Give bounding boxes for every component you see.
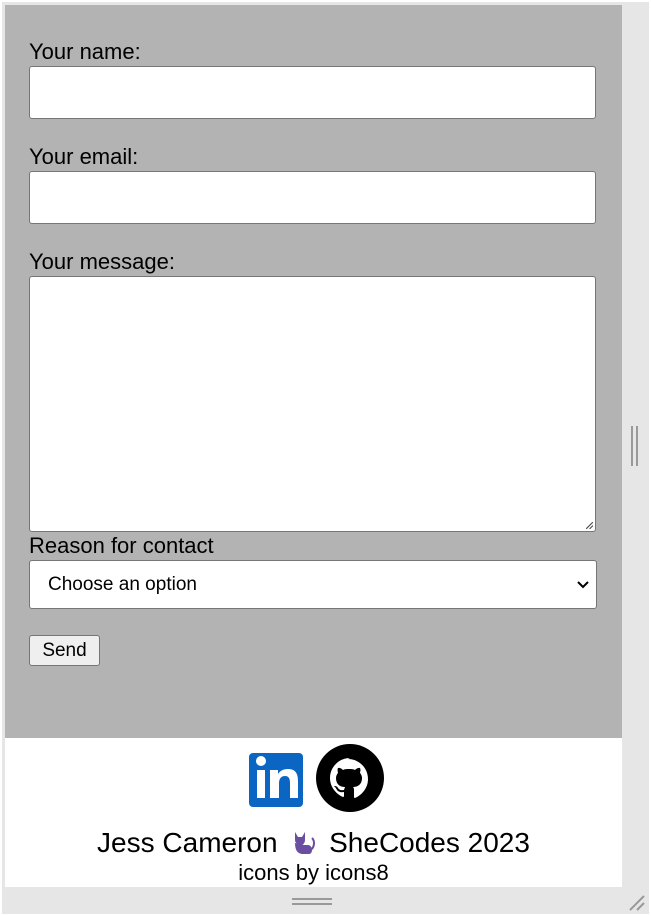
footer: Jess Cameron SheCodes 2023 icons by icon… bbox=[5, 738, 622, 887]
credit-org: SheCodes 2023 bbox=[329, 827, 530, 858]
horizontal-resize-handle[interactable] bbox=[292, 897, 332, 907]
linkedin-icon[interactable] bbox=[249, 753, 303, 807]
contact-form: Your name: Your email: Your message: Rea… bbox=[5, 5, 622, 738]
message-label: Your message: bbox=[29, 249, 175, 274]
reason-select[interactable]: Choose an option bbox=[29, 560, 597, 609]
textarea-resize-icon[interactable] bbox=[586, 522, 593, 529]
corner-resize-icon[interactable] bbox=[626, 892, 646, 912]
page-viewport: Your name: Your email: Your message: Rea… bbox=[5, 5, 622, 887]
browser-frame: Your name: Your email: Your message: Rea… bbox=[2, 2, 649, 914]
name-input[interactable] bbox=[29, 66, 596, 119]
email-label: Your email: bbox=[29, 144, 139, 169]
reason-selected-value: Choose an option bbox=[48, 573, 197, 595]
credit-line: Jess Cameron SheCodes 2023 bbox=[5, 827, 622, 859]
cat-icon bbox=[295, 832, 316, 854]
chevron-down-icon bbox=[577, 581, 589, 589]
icons-credit: icons by icons8 bbox=[238, 860, 389, 885]
name-label: Your name: bbox=[29, 39, 141, 64]
github-icon[interactable] bbox=[316, 744, 384, 812]
send-button[interactable]: Send bbox=[29, 635, 100, 666]
credit-name: Jess Cameron bbox=[97, 827, 278, 858]
social-icons bbox=[249, 744, 384, 812]
vertical-resize-handle[interactable] bbox=[630, 426, 640, 466]
reason-label: Reason for contact bbox=[29, 533, 214, 558]
message-textarea[interactable] bbox=[29, 276, 596, 532]
email-input[interactable] bbox=[29, 171, 596, 224]
